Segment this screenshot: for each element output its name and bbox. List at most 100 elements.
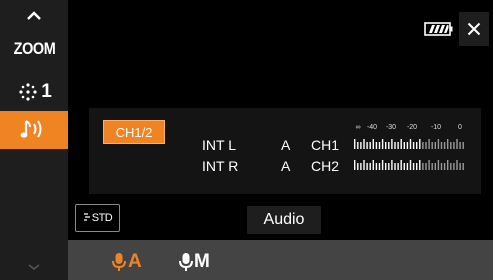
close-icon — [467, 22, 481, 36]
meter-segment — [381, 160, 384, 170]
meter-segment — [381, 139, 384, 149]
meter-segment — [447, 139, 449, 149]
meter-segment — [378, 142, 381, 149]
input-label-ch1: INT L — [202, 137, 236, 153]
std-label: STD — [91, 212, 113, 224]
meter-segment — [409, 139, 412, 149]
wind-cut-std-button[interactable]: STD — [75, 204, 120, 232]
meter-segment — [425, 163, 427, 170]
mic-icon — [112, 253, 126, 271]
meter-segment — [360, 142, 362, 149]
meter-segment — [385, 142, 387, 149]
meter-segment — [431, 163, 433, 170]
mic-manual-label: M — [194, 251, 210, 272]
meter-segment — [456, 139, 458, 149]
meter-segment — [357, 142, 359, 149]
meter-segment — [412, 163, 415, 170]
meter-segment — [354, 160, 356, 170]
meter-segment — [434, 142, 436, 149]
scale-label: -40 — [366, 124, 378, 131]
sidebar: ZOOM 1 — [0, 0, 68, 280]
meter-segment — [372, 160, 374, 170]
meter-segment — [462, 142, 464, 149]
meter-segment — [406, 163, 409, 170]
meter-segment — [391, 160, 393, 170]
chevron-up-icon — [27, 11, 41, 20]
meter-segment — [437, 139, 440, 149]
mode-label-ch1: A — [281, 137, 291, 153]
meter-segment — [440, 142, 443, 149]
screen-title: Audio — [247, 206, 321, 234]
level-meter-ch1 — [354, 139, 464, 149]
scroll-up-button[interactable] — [0, 2, 68, 30]
meter-segment — [363, 160, 365, 170]
meter-segment — [459, 142, 461, 149]
chevron-down-icon — [28, 264, 40, 271]
channel-select-button[interactable]: CH1/2 — [103, 120, 165, 144]
meter-segment — [366, 163, 368, 170]
meter-segment — [400, 160, 402, 170]
meter-segment — [453, 163, 455, 170]
meter-segment — [388, 142, 390, 149]
meter-segment — [456, 160, 458, 170]
meter-segment — [450, 163, 452, 170]
zoom-button[interactable]: ZOOM — [0, 32, 68, 66]
input-label-ch2: INT R — [202, 158, 239, 174]
meter-segment — [428, 139, 430, 149]
meter-segment — [440, 163, 443, 170]
meter-segment — [363, 139, 365, 149]
scale-label: ∞ — [355, 124, 361, 131]
meter-segment — [416, 163, 418, 170]
level-scale: ∞ -40 -30 -20 -10 0 — [352, 124, 470, 134]
meter-segment — [385, 163, 387, 170]
meter-segment — [434, 163, 436, 170]
battery-full-icon — [424, 22, 453, 36]
meter-segment — [375, 142, 378, 149]
meter-segment — [409, 160, 412, 170]
mic-manual-option[interactable]: M — [178, 250, 210, 274]
meter-segment — [397, 163, 399, 170]
meter-segment — [378, 163, 381, 170]
audio-button[interactable] — [0, 111, 68, 149]
meter-segment — [450, 142, 452, 149]
meter-segment — [391, 139, 393, 149]
meter-segment — [394, 163, 396, 170]
effect-button[interactable]: 1 — [0, 74, 68, 110]
channel-label-ch2: CH2 — [311, 158, 340, 174]
meter-segment — [462, 163, 464, 170]
meter-segment — [400, 139, 402, 149]
scale-label: 0 — [458, 124, 462, 131]
meter-segment — [394, 142, 396, 149]
meter-segment — [459, 163, 461, 170]
meter-segment — [428, 160, 430, 170]
meter-segment — [437, 160, 440, 170]
meter-segment — [419, 160, 421, 170]
meter-segment — [369, 163, 371, 170]
meter-segment — [403, 142, 405, 149]
scale-label: -20 — [406, 124, 418, 131]
audio-settings-screen: ZOOM 1 CH1/2 INT L A CH1 INT R A CH2 ∞ -… — [0, 0, 493, 280]
mic-auto-option[interactable]: A — [111, 250, 142, 274]
meter-segment — [366, 142, 368, 149]
scroll-down-button[interactable] — [0, 254, 68, 280]
meter-segment — [354, 139, 356, 149]
meter-segment — [422, 142, 424, 149]
meter-segment — [403, 163, 405, 170]
meter-segment — [406, 142, 409, 149]
sparkle-icon — [19, 83, 37, 101]
effect-label: 1 — [41, 81, 52, 102]
meter-segment — [375, 163, 378, 170]
meter-segment — [447, 160, 449, 170]
mode-label-ch2: A — [281, 158, 291, 174]
mic-icon — [179, 253, 193, 271]
meter-segment — [360, 163, 362, 170]
scale-label: -30 — [385, 124, 397, 131]
meter-segment — [397, 142, 399, 149]
meter-segment — [412, 142, 415, 149]
meter-segment — [388, 163, 390, 170]
audio-note-icon — [20, 120, 42, 138]
meter-segment — [443, 163, 446, 170]
meter-segment — [419, 139, 421, 149]
close-button[interactable] — [459, 12, 489, 46]
meter-segment — [425, 142, 427, 149]
